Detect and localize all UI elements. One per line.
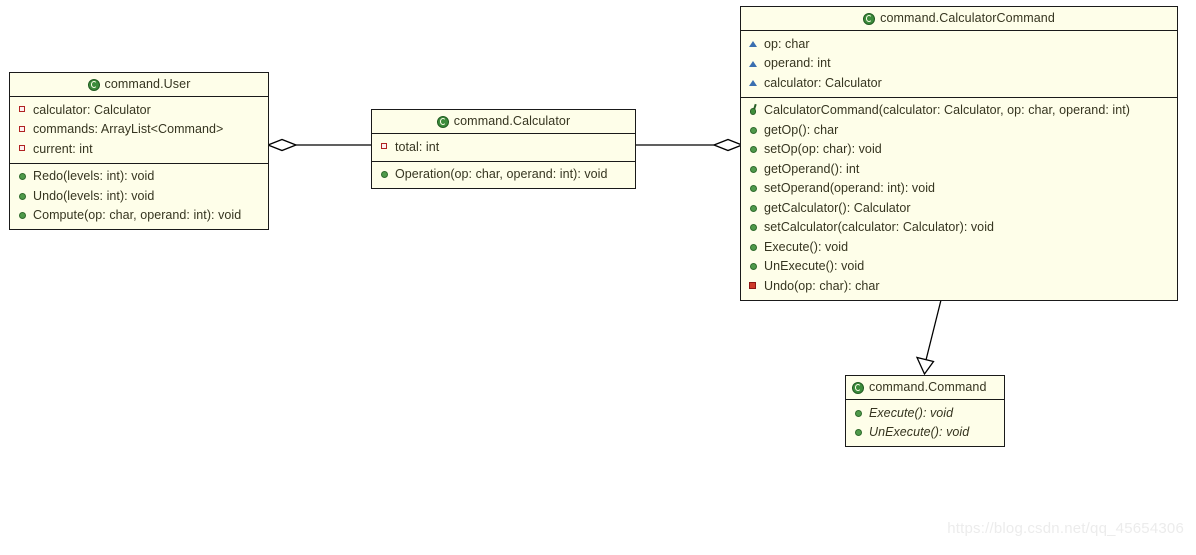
method-row[interactable]: Redo(levels: int): void xyxy=(10,167,268,187)
class-icon xyxy=(436,115,449,128)
diagram-canvas: command.User calculator: Calculator comm… xyxy=(0,0,1196,555)
method-label: setOperand(operand: int): void xyxy=(764,181,936,195)
package-attribute-icon xyxy=(749,78,758,87)
package-attribute-icon xyxy=(749,39,758,48)
method-row[interactable]: setOperand(operand: int): void xyxy=(741,179,1177,199)
method-label: getOp(): char xyxy=(764,122,839,137)
method-row[interactable]: Execute(): void xyxy=(741,237,1177,257)
method-label: getOperand(): int xyxy=(764,161,860,176)
attribute-label: calculator: Calculator xyxy=(764,75,882,90)
attribute-row[interactable]: op: char xyxy=(741,34,1177,54)
public-method-icon xyxy=(749,145,758,154)
method-row[interactable]: Execute(): void xyxy=(846,403,1004,423)
attribute-label: commands: ArrayList<Command> xyxy=(33,122,224,136)
public-method-icon xyxy=(749,203,758,212)
method-label: UnExecute(): void xyxy=(764,259,865,273)
class-box-command-user[interactable]: command.User calculator: Calculator comm… xyxy=(9,72,269,230)
class-box-command-calculator[interactable]: command.Calculator total: int Operation(… xyxy=(371,109,636,189)
edge-calculator-calculatorcommand xyxy=(636,138,744,152)
edge-user-calculator xyxy=(266,138,371,152)
attribute-label: op: char xyxy=(764,36,810,51)
class-title-label: command.User xyxy=(104,77,191,92)
method-row[interactable]: setOp(op: char): void xyxy=(741,140,1177,160)
public-method-icon xyxy=(18,191,27,200)
attributes-compartment: op: char operand: int calculator: Calcul… xyxy=(741,31,1177,97)
method-row[interactable]: Undo(op: char): char xyxy=(741,276,1177,296)
public-method-icon xyxy=(749,242,758,251)
methods-compartment: Operation(op: char, operand: int): void xyxy=(372,160,635,189)
class-title-command-user: command.User xyxy=(10,73,268,97)
class-icon xyxy=(863,12,876,25)
method-label: Operation(op: char, operand: int): void xyxy=(395,167,608,181)
method-label: Compute(op: char, operand: int): void xyxy=(33,208,242,222)
attribute-row[interactable]: total: int xyxy=(372,137,635,157)
public-method-icon xyxy=(18,172,27,181)
methods-compartment: Redo(levels: int): void Undo(levels: int… xyxy=(10,162,268,230)
method-row[interactable]: getCalculator(): Calculator xyxy=(741,198,1177,218)
package-attribute-icon xyxy=(749,59,758,68)
method-row[interactable]: getOperand(): int xyxy=(741,159,1177,179)
attribute-row[interactable]: current: int xyxy=(10,139,268,159)
class-icon xyxy=(852,381,864,394)
method-row[interactable]: UnExecute(): void xyxy=(846,423,1004,443)
private-method-icon xyxy=(749,281,758,290)
class-title-command-command: command.Command xyxy=(846,376,1004,400)
class-box-command-calculatorcommand[interactable]: command.CalculatorCommand op: char opera… xyxy=(740,6,1178,301)
methods-compartment: Execute(): void UnExecute(): void xyxy=(846,400,1004,446)
attribute-label: current: int xyxy=(33,141,93,156)
method-label: setOp(op: char): void xyxy=(764,142,882,156)
public-method-icon xyxy=(749,125,758,134)
attributes-compartment: calculator: Calculator commands: ArrayLi… xyxy=(10,97,268,163)
public-method-icon xyxy=(854,428,863,437)
private-attribute-icon xyxy=(18,125,27,134)
method-label: setCalculator(calculator: Calculator): v… xyxy=(764,220,995,234)
public-method-icon xyxy=(749,164,758,173)
public-method-icon xyxy=(749,262,758,271)
method-row[interactable]: setCalculator(calculator: Calculator): v… xyxy=(741,218,1177,238)
class-box-command-command[interactable]: command.Command Execute(): void UnExecut… xyxy=(845,375,1005,447)
public-method-icon xyxy=(854,408,863,417)
class-title-command-calculatorcommand: command.CalculatorCommand xyxy=(741,7,1177,31)
private-attribute-icon xyxy=(18,105,27,114)
method-label: Execute(): void xyxy=(764,239,849,254)
method-label: Undo(levels: int): void xyxy=(33,188,155,203)
method-label: UnExecute(): void xyxy=(869,425,970,439)
public-method-icon xyxy=(749,223,758,232)
attribute-row[interactable]: operand: int xyxy=(741,54,1177,74)
method-row[interactable]: Operation(op: char, operand: int): void xyxy=(372,165,635,185)
attributes-compartment: total: int xyxy=(372,134,635,161)
public-method-icon xyxy=(18,211,27,220)
method-row[interactable]: UnExecute(): void xyxy=(741,257,1177,277)
constructor-icon xyxy=(749,106,758,115)
private-attribute-icon xyxy=(18,144,27,153)
public-method-icon xyxy=(380,170,389,179)
attribute-row[interactable]: commands: ArrayList<Command> xyxy=(10,120,268,140)
method-label: Execute(): void xyxy=(869,405,954,420)
public-method-icon xyxy=(749,184,758,193)
method-row[interactable]: Compute(op: char, operand: int): void xyxy=(10,206,268,226)
class-icon xyxy=(87,78,100,91)
method-label: getCalculator(): Calculator xyxy=(764,200,911,215)
attribute-label: total: int xyxy=(395,139,440,154)
attribute-label: calculator: Calculator xyxy=(33,102,151,117)
class-title-label: command.Command xyxy=(869,380,987,395)
method-label: Undo(op: char): char xyxy=(764,278,880,293)
method-row[interactable]: Undo(levels: int): void xyxy=(10,186,268,206)
method-row[interactable]: getOp(): char xyxy=(741,120,1177,140)
class-title-command-calculator: command.Calculator xyxy=(372,110,635,134)
watermark-text: https://blog.csdn.net/qq_45654306 xyxy=(947,520,1184,537)
method-label: Redo(levels: int): void xyxy=(33,169,155,183)
attribute-row[interactable]: calculator: Calculator xyxy=(10,100,268,120)
private-attribute-icon xyxy=(380,142,389,151)
edge-calculatorcommand-command xyxy=(915,287,945,376)
class-title-label: command.Calculator xyxy=(453,114,571,129)
constructor-row[interactable]: CalculatorCommand(calculator: Calculator… xyxy=(741,101,1177,121)
method-label: CalculatorCommand(calculator: Calculator… xyxy=(764,103,1130,117)
class-title-label: command.CalculatorCommand xyxy=(880,11,1055,26)
attribute-label: operand: int xyxy=(764,56,831,70)
methods-compartment: CalculatorCommand(calculator: Calculator… xyxy=(741,96,1177,300)
attribute-row[interactable]: calculator: Calculator xyxy=(741,73,1177,93)
